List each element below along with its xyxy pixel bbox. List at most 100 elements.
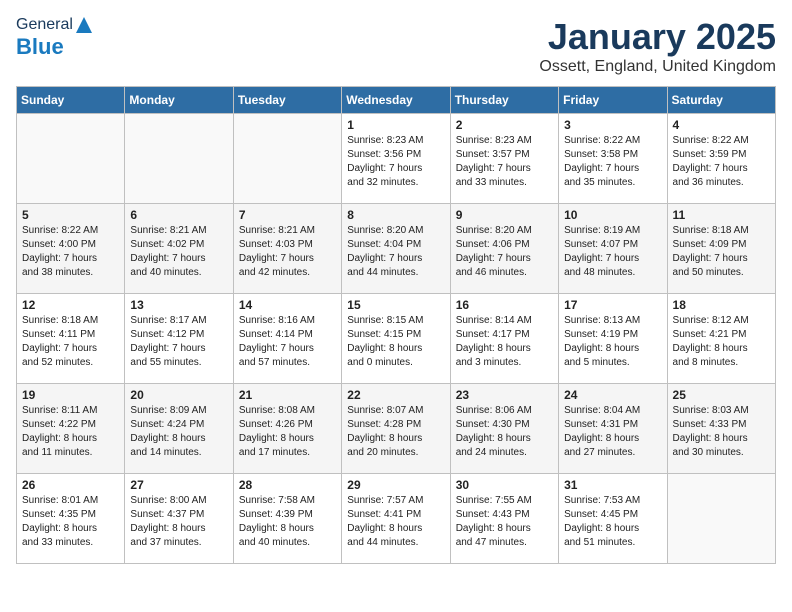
day-info: Sunrise: 7:57 AM Sunset: 4:41 PM Dayligh… (347, 495, 423, 548)
day-info: Sunrise: 8:23 AM Sunset: 3:56 PM Dayligh… (347, 135, 423, 188)
day-number: 6 (130, 208, 227, 222)
day-number: 1 (347, 118, 444, 132)
day-number: 5 (22, 208, 119, 222)
day-info: Sunrise: 8:09 AM Sunset: 4:24 PM Dayligh… (130, 405, 206, 458)
calendar-cell: 14 Sunrise: 8:16 AM Sunset: 4:14 PM Dayli… (233, 294, 341, 384)
calendar-week-row: 1 Sunrise: 8:23 AM Sunset: 3:56 PM Daylig… (17, 114, 776, 204)
day-info: Sunrise: 8:12 AM Sunset: 4:21 PM Dayligh… (673, 315, 749, 368)
weekday-header-cell: Sunday (17, 87, 125, 114)
weekday-header-cell: Saturday (667, 87, 775, 114)
calendar-cell: 10 Sunrise: 8:19 AM Sunset: 4:07 PM Dayli… (559, 204, 667, 294)
day-number: 2 (456, 118, 553, 132)
day-info: Sunrise: 8:01 AM Sunset: 4:35 PM Dayligh… (22, 495, 98, 548)
day-info: Sunrise: 8:06 AM Sunset: 4:30 PM Dayligh… (456, 405, 532, 458)
day-number: 11 (673, 208, 770, 222)
day-number: 21 (239, 388, 336, 402)
page-header: General Blue January 2025 Ossett, Englan… (16, 16, 776, 76)
calendar-body: 1 Sunrise: 8:23 AM Sunset: 3:56 PM Daylig… (17, 114, 776, 564)
calendar-cell: 7Sunrise: 8:21 AM Sunset: 4:03 PM Daylig… (233, 204, 341, 294)
location: Ossett, England, United Kingdom (539, 58, 776, 76)
calendar-cell: 26Sunrise: 8:01 AM Sunset: 4:35 PM Dayli… (17, 474, 125, 564)
calendar-cell: 8 Sunrise: 8:20 AM Sunset: 4:04 PM Daylig… (342, 204, 450, 294)
day-number: 17 (564, 298, 661, 312)
calendar-cell: 13Sunrise: 8:17 AM Sunset: 4:12 PM Dayli… (125, 294, 233, 384)
day-info: Sunrise: 8:15 AM Sunset: 4:15 PM Dayligh… (347, 315, 423, 368)
calendar-cell: 4 Sunrise: 8:22 AM Sunset: 3:59 PM Daylig… (667, 114, 775, 204)
day-number: 25 (673, 388, 770, 402)
month-title: January 2025 (539, 16, 776, 58)
calendar-cell: 29 Sunrise: 7:57 AM Sunset: 4:41 PM Dayli… (342, 474, 450, 564)
logo: General Blue (16, 16, 93, 60)
calendar-cell: 16Sunrise: 8:14 AM Sunset: 4:17 PM Dayli… (450, 294, 558, 384)
calendar-cell: 22 Sunrise: 8:07 AM Sunset: 4:28 PM Dayli… (342, 384, 450, 474)
day-info: Sunrise: 8:00 AM Sunset: 4:37 PM Dayligh… (130, 495, 206, 548)
day-info: Sunrise: 8:03 AM Sunset: 4:33 PM Dayligh… (673, 405, 749, 458)
calendar-cell (667, 474, 775, 564)
calendar-cell: 25 Sunrise: 8:03 AM Sunset: 4:33 PM Dayli… (667, 384, 775, 474)
day-info: Sunrise: 8:11 AM Sunset: 4:22 PM Dayligh… (22, 405, 97, 458)
day-info: Sunrise: 8:16 AM Sunset: 4:14 PM Dayligh… (239, 315, 315, 368)
day-number: 13 (130, 298, 227, 312)
day-number: 24 (564, 388, 661, 402)
calendar-cell (233, 114, 341, 204)
day-info: Sunrise: 7:58 AM Sunset: 4:39 PM Dayligh… (239, 495, 315, 548)
day-number: 18 (673, 298, 770, 312)
day-info: Sunrise: 8:04 AM Sunset: 4:31 PM Dayligh… (564, 405, 640, 458)
calendar-cell: 12Sunrise: 8:18 AM Sunset: 4:11 PM Dayli… (17, 294, 125, 384)
day-number: 9 (456, 208, 553, 222)
day-number: 10 (564, 208, 661, 222)
weekday-header-cell: Wednesday (342, 87, 450, 114)
logo-icon (75, 16, 93, 34)
day-info: Sunrise: 7:55 AM Sunset: 4:43 PM Dayligh… (456, 495, 532, 548)
day-info: Sunrise: 8:08 AM Sunset: 4:26 PM Dayligh… (239, 405, 315, 458)
calendar-week-row: 26Sunrise: 8:01 AM Sunset: 4:35 PM Dayli… (17, 474, 776, 564)
calendar-cell: 27 Sunrise: 8:00 AM Sunset: 4:37 PM Dayli… (125, 474, 233, 564)
day-info: Sunrise: 8:20 AM Sunset: 4:04 PM Dayligh… (347, 225, 423, 278)
calendar-cell: 31Sunrise: 7:53 AM Sunset: 4:45 PM Dayli… (559, 474, 667, 564)
weekday-header-cell: Thursday (450, 87, 558, 114)
day-number: 14 (239, 298, 336, 312)
calendar-week-row: 12Sunrise: 8:18 AM Sunset: 4:11 PM Dayli… (17, 294, 776, 384)
logo-blue: Blue (16, 34, 64, 59)
calendar-cell: 6 Sunrise: 8:21 AM Sunset: 4:02 PM Daylig… (125, 204, 233, 294)
calendar-cell: 28 Sunrise: 7:58 AM Sunset: 4:39 PM Dayli… (233, 474, 341, 564)
day-number: 27 (130, 478, 227, 492)
weekday-header-cell: Friday (559, 87, 667, 114)
calendar-cell: 3Sunrise: 8:22 AM Sunset: 3:58 PM Daylig… (559, 114, 667, 204)
day-number: 20 (130, 388, 227, 402)
calendar-cell: 15 Sunrise: 8:15 AM Sunset: 4:15 PM Dayli… (342, 294, 450, 384)
day-number: 4 (673, 118, 770, 132)
calendar-cell: 19 Sunrise: 8:11 AM Sunset: 4:22 PM Dayli… (17, 384, 125, 474)
calendar-cell: 21 Sunrise: 8:08 AM Sunset: 4:26 PM Dayli… (233, 384, 341, 474)
day-number: 8 (347, 208, 444, 222)
day-info: Sunrise: 8:13 AM Sunset: 4:19 PM Dayligh… (564, 315, 640, 368)
day-number: 31 (564, 478, 661, 492)
day-info: Sunrise: 8:22 AM Sunset: 3:59 PM Dayligh… (673, 135, 749, 188)
day-number: 29 (347, 478, 444, 492)
day-number: 22 (347, 388, 444, 402)
weekday-header-cell: Tuesday (233, 87, 341, 114)
calendar-table: SundayMondayTuesdayWednesdayThursdayFrid… (16, 86, 776, 564)
day-info: Sunrise: 8:23 AM Sunset: 3:57 PM Dayligh… (456, 135, 532, 188)
weekday-header-row: SundayMondayTuesdayWednesdayThursdayFrid… (17, 87, 776, 114)
calendar-cell: 17 Sunrise: 8:13 AM Sunset: 4:19 PM Dayli… (559, 294, 667, 384)
weekday-header-cell: Monday (125, 87, 233, 114)
day-number: 12 (22, 298, 119, 312)
calendar-cell: 20 Sunrise: 8:09 AM Sunset: 4:24 PM Dayli… (125, 384, 233, 474)
day-info: Sunrise: 8:22 AM Sunset: 3:58 PM Dayligh… (564, 135, 640, 188)
day-info: Sunrise: 8:21 AM Sunset: 4:02 PM Dayligh… (130, 225, 206, 278)
calendar-cell: 2 Sunrise: 8:23 AM Sunset: 3:57 PM Daylig… (450, 114, 558, 204)
calendar-week-row: 5Sunrise: 8:22 AM Sunset: 4:00 PM Daylig… (17, 204, 776, 294)
day-info: Sunrise: 8:07 AM Sunset: 4:28 PM Dayligh… (347, 405, 423, 458)
day-info: Sunrise: 8:20 AM Sunset: 4:06 PM Dayligh… (456, 225, 532, 278)
day-number: 19 (22, 388, 119, 402)
day-number: 15 (347, 298, 444, 312)
calendar-week-row: 19 Sunrise: 8:11 AM Sunset: 4:22 PM Dayli… (17, 384, 776, 474)
day-info: Sunrise: 8:21 AM Sunset: 4:03 PM Dayligh… (239, 225, 315, 278)
day-number: 28 (239, 478, 336, 492)
logo-general: General (16, 16, 73, 34)
calendar-cell (17, 114, 125, 204)
calendar-cell: 30 Sunrise: 7:55 AM Sunset: 4:43 PM Dayli… (450, 474, 558, 564)
day-info: Sunrise: 8:19 AM Sunset: 4:07 PM Dayligh… (564, 225, 640, 278)
day-number: 30 (456, 478, 553, 492)
